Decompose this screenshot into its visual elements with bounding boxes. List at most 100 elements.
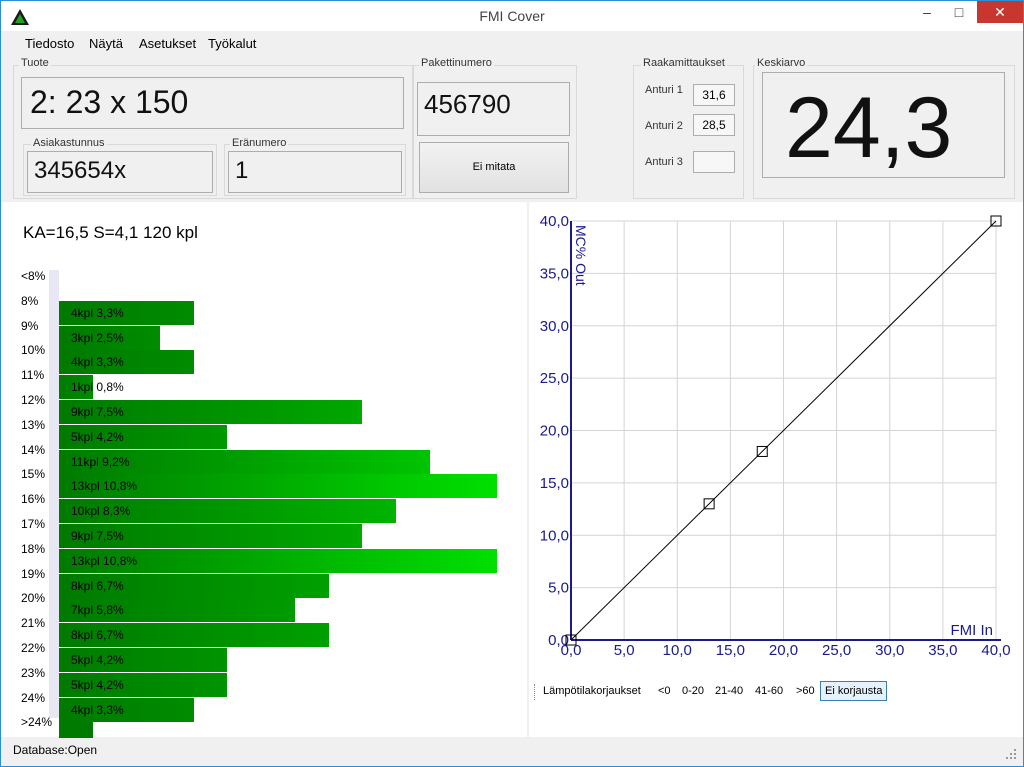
histogram-row-label: 8% [21, 293, 39, 308]
histogram-bar-text: 4kpl 3,3% [71, 305, 124, 320]
lampotila-option-0-20[interactable]: 0-20 [682, 685, 704, 697]
app-window: FMI Cover – □ ✕ Tiedosto Näytä Asetukset… [0, 0, 1024, 767]
histogram-row-label: 23% [21, 665, 46, 680]
scatter-chart: 0,0 5,0 10,0 15,0 20,0 25,0 30,0 35,0 40,00,05,0… [540, 213, 1011, 659]
histogram-bar-text: 3kpl 2,5% [71, 330, 124, 345]
histogram-bar-text: 5kpl 4,2% [71, 653, 124, 667]
pakettinumero-field[interactable]: 456790 [417, 82, 570, 136]
y-tick-label: 30,0 [540, 318, 569, 335]
y-axis-label: MC% Out [573, 225, 589, 286]
anturi-2-label: Anturi 2 [645, 120, 683, 132]
y-tick-label: 10,0 [540, 527, 569, 544]
histogram-row-label: 16% [21, 492, 46, 507]
menu-bar: Tiedosto Näytä Asetukset Työkalut [1, 31, 1023, 55]
histogram-bar-text: 4kpl 3,3% [71, 702, 124, 717]
histogram-bar-text: 8kpl 6,7% [71, 628, 124, 643]
histogram-bar-text: 11kpl 9,2% [71, 454, 130, 469]
pakettinumero-label: Pakettinumero [419, 57, 494, 69]
y-tick-label: 20,0 [540, 423, 569, 440]
histogram-row-label: 13% [21, 417, 46, 432]
title-bar: FMI Cover – □ ✕ [1, 1, 1023, 31]
keskiarvo-label: Keskiarvo [755, 57, 808, 69]
eranumero-field[interactable]: 1 [228, 151, 402, 193]
close-button[interactable]: ✕ [977, 1, 1023, 23]
histogram-bar-text: 4kpl 3,3% [71, 355, 124, 370]
histogram-row-label: 12% [21, 393, 46, 407]
eranumero-label: Eränumero [230, 137, 289, 149]
histogram-row-label: 11% [21, 368, 45, 383]
menu-asetukset[interactable]: Asetukset [139, 36, 196, 51]
histogram-bar-text: 9kpl 7,5% [71, 529, 124, 543]
minimize-button[interactable]: – [912, 1, 942, 23]
histogram-bar-text: 10kpl 8,3% [71, 504, 131, 519]
status-text: Database:Open [13, 743, 98, 757]
anturi-3-value [693, 151, 735, 173]
tuote-field[interactable]: 2: 23 x 150 [21, 77, 404, 129]
status-bar: Database:Open [1, 738, 1023, 766]
histogram-summary: KA=16,5 S=4,1 120 kpl [23, 223, 198, 242]
lampotila-option-below-0[interactable]: <0 [658, 685, 671, 697]
histogram-row-label: 24% [21, 690, 46, 705]
histogram-row-label: <8% [21, 269, 46, 283]
histogram-axis-strip [49, 270, 59, 718]
x-tick-label: 40,0 [981, 642, 1010, 659]
x-tick-label: 30,0 [875, 642, 904, 659]
y-tick-label: 15,0 [540, 475, 569, 492]
tuote-value: 2: 23 x 150 [30, 84, 189, 120]
x-tick-label: 5,0 [614, 642, 635, 659]
lampotila-label: Lämpötilakorjaukset [543, 685, 641, 697]
lampotila-option-ei-korjausta[interactable]: Ei korjausta [820, 681, 888, 701]
menu-tyokalut[interactable]: Työkalut [208, 36, 256, 51]
x-axis-label: FMI In [950, 622, 993, 639]
eranumero-value: 1 [235, 157, 249, 184]
histogram-row-label: 14% [21, 442, 46, 457]
menu-tiedosto[interactable]: Tiedosto [25, 36, 74, 51]
histogram-row-label: 18% [21, 541, 46, 556]
asiakastunnus-field[interactable]: 345654x [27, 151, 213, 193]
x-tick-label: 10,0 [663, 642, 692, 659]
histogram-bar-text: 8kpl 6,7% [71, 578, 124, 593]
x-tick-label: 35,0 [928, 642, 957, 659]
histogram-bar-text: 13kpl 10,8% [71, 553, 138, 568]
histogram-row-label: 20% [21, 591, 46, 606]
x-tick-label: 20,0 [769, 642, 798, 659]
maximize-button[interactable]: □ [944, 1, 974, 23]
ei-mitata-button[interactable]: Ei mitata [419, 142, 569, 193]
x-tick-label: 15,0 [716, 642, 745, 659]
x-tick-label: 25,0 [822, 642, 851, 659]
keskiarvo-display: 24,3 [762, 72, 1005, 178]
anturi-1-label: Anturi 1 [645, 84, 683, 96]
histogram-bar-text: 1kpl 0,8% [71, 380, 124, 395]
lampotila-option-above-60[interactable]: >60 [796, 685, 815, 697]
y-tick-label: 5,0 [548, 580, 569, 597]
histogram-panel: KA=16,5 S=4,1 120 kpl <8% 8% 4kpl 3,3% 9% 3k… [1, 202, 527, 747]
pakettinumero-value: 456790 [424, 89, 511, 119]
histogram-row-label: 22% [21, 641, 46, 655]
histogram-row-label: >24% [21, 715, 53, 730]
asiakastunnus-label: Asiakastunnus [31, 137, 107, 149]
toolbar-grip [534, 684, 537, 700]
y-tick-label: 40,0 [540, 213, 569, 230]
histogram-bar-text: 5kpl 4,2% [71, 429, 124, 444]
histogram-row-label: 21% [21, 616, 46, 631]
lampotila-option-21-40[interactable]: 21-40 [715, 685, 743, 697]
menu-nayta[interactable]: Näytä [89, 36, 123, 51]
window-title: FMI Cover [479, 8, 545, 24]
asiakastunnus-value: 345654x [34, 157, 127, 184]
y-tick-label: 25,0 [540, 370, 569, 387]
histogram-bar-text: 13kpl 10,8% [71, 479, 138, 494]
lampotila-option-41-60[interactable]: 41-60 [755, 685, 783, 697]
histogram-row-label: 15% [21, 467, 46, 482]
histogram-bar-text: 5kpl 4,2% [71, 677, 124, 692]
resize-grip-icon[interactable] [1005, 748, 1017, 760]
histogram-row-label: 17% [21, 517, 46, 531]
anturi-3-label: Anturi 3 [645, 156, 683, 168]
histogram-bar-text: 9kpl 7,5% [71, 405, 124, 419]
keskiarvo-value: 24,3 [785, 80, 953, 176]
tuote-label: Tuote [19, 57, 51, 69]
histogram-row-label: 9% [21, 318, 39, 333]
chart-panel: 0,0 5,0 10,0 15,0 20,0 25,0 30,0 35,0 40,0 0,0 5,0… [529, 202, 1023, 737]
anturi-2-value: 28,5 [693, 114, 735, 136]
histogram-row-label: 19% [21, 566, 46, 581]
histogram-row-label: 10% [21, 343, 46, 358]
